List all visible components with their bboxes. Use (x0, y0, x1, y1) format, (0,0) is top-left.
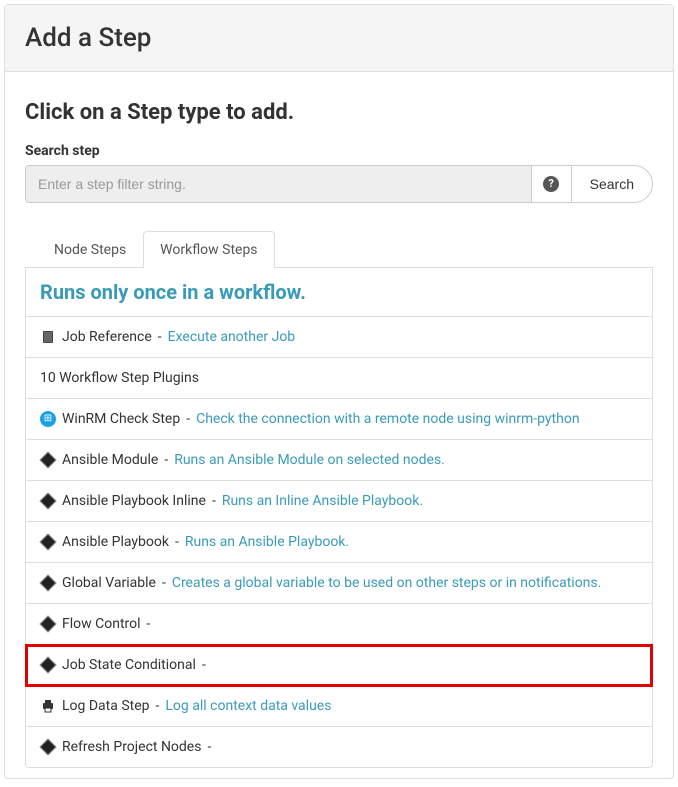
step-name: Job Reference (62, 329, 152, 345)
step-job-state-conditional[interactable]: Job State Conditional - (26, 645, 652, 686)
step-name: Log Data Step (62, 698, 150, 714)
step-winrm-check[interactable]: ⊞ WinRM Check Step - Check the connectio… (26, 399, 652, 440)
diamond-icon (40, 657, 56, 673)
step-desc: Log all context data values (165, 698, 331, 714)
step-name: Refresh Project Nodes (62, 739, 201, 755)
step-name: Ansible Playbook (62, 534, 169, 550)
step-name: Ansible Playbook Inline (62, 493, 206, 509)
winrm-icon: ⊞ (40, 411, 56, 427)
diamond-icon (40, 452, 56, 468)
plugin-count: 10 Workflow Step Plugins (26, 358, 652, 399)
step-name: Ansible Module (62, 452, 158, 468)
step-name: Job State Conditional (62, 657, 196, 673)
step-desc: Check the connection with a remote node … (196, 411, 579, 427)
step-desc: Execute another Job (168, 329, 296, 345)
panel-header: Add a Step (5, 5, 673, 72)
step-ansible-module[interactable]: Ansible Module - Runs an Ansible Module … (26, 440, 652, 481)
search-row: ? Search (25, 165, 653, 203)
search-label: Search step (25, 143, 653, 159)
step-desc: Runs an Inline Ansible Playbook. (222, 493, 423, 509)
step-name: Global Variable (62, 575, 156, 591)
step-desc: Creates a global variable to be used on … (172, 575, 602, 591)
panel-title: Add a Step (25, 23, 653, 53)
book-icon (40, 329, 56, 345)
diamond-icon (40, 493, 56, 509)
subtitle: Click on a Step type to add. (25, 100, 653, 125)
add-step-panel: Add a Step Click on a Step type to add. … (4, 4, 674, 779)
step-list: Runs only once in a workflow. Job Refere… (25, 268, 653, 768)
step-name: Flow Control (62, 616, 141, 632)
list-header: Runs only once in a workflow. (26, 268, 652, 317)
tabs: Node Steps Workflow Steps (25, 231, 653, 268)
diamond-icon (40, 534, 56, 550)
step-log-data[interactable]: Log Data Step - Log all context data val… (26, 686, 652, 727)
search-input[interactable] (25, 165, 531, 203)
step-flow-control[interactable]: Flow Control - (26, 604, 652, 645)
step-ansible-playbook-inline[interactable]: Ansible Playbook Inline - Runs an Inline… (26, 481, 652, 522)
step-desc: Runs an Ansible Module on selected nodes… (174, 452, 445, 468)
step-global-variable[interactable]: Global Variable - Creates a global varia… (26, 563, 652, 604)
plugin-count-label: 10 Workflow Step Plugins (40, 370, 199, 386)
step-name: WinRM Check Step (62, 411, 180, 427)
step-refresh-project-nodes[interactable]: Refresh Project Nodes - (26, 727, 652, 767)
step-desc: Runs an Ansible Playbook. (185, 534, 349, 550)
search-button[interactable]: Search (571, 165, 653, 203)
panel-body: Click on a Step type to add. Search step… (5, 72, 673, 778)
diamond-icon (40, 575, 56, 591)
print-icon (40, 698, 56, 714)
step-ansible-playbook[interactable]: Ansible Playbook - Runs an Ansible Playb… (26, 522, 652, 563)
tab-workflow-steps[interactable]: Workflow Steps (143, 231, 274, 268)
help-icon: ? (543, 176, 559, 192)
search-help-button[interactable]: ? (531, 165, 571, 203)
diamond-icon (40, 616, 56, 632)
tab-node-steps[interactable]: Node Steps (37, 231, 143, 268)
step-job-reference[interactable]: Job Reference - Execute another Job (26, 317, 652, 358)
diamond-icon (40, 739, 56, 755)
